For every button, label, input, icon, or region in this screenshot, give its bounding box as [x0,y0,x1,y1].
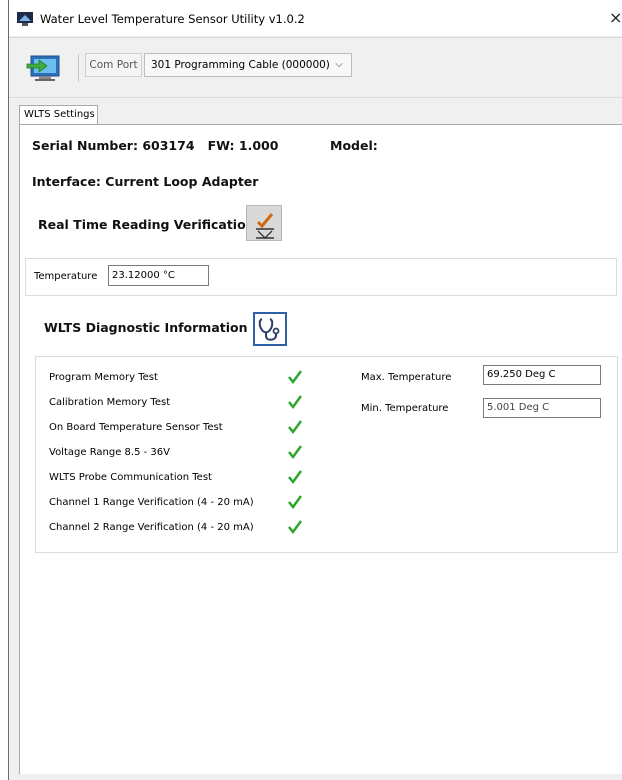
check-icon [288,470,303,485]
min-temperature-field[interactable]: 5.001 Deg C [483,398,601,418]
tab-wlts-settings[interactable]: WLTS Settings [19,105,98,124]
test-label: Voltage Range 8.5 - 36V [49,447,170,458]
list-item: Calibration Memory Test [49,394,309,412]
realtime-heading: Real Time Reading Verification [38,217,255,232]
firmware-version: FW: 1.000 [207,138,279,153]
window-title: Water Level Temperature Sensor Utility v… [40,12,305,26]
test-label: WLTS Probe Communication Test [49,472,212,483]
model-label: Model: [330,138,378,153]
com-port-value: 301 Programming Cable (000000) [151,59,330,71]
check-icon [288,520,303,535]
temperature-label: Temperature [34,271,98,282]
title-bar: Water Level Temperature Sensor Utility v… [9,0,622,36]
test-label: Program Memory Test [49,372,158,383]
list-item: Channel 1 Range Verification (4 - 20 mA) [49,494,309,512]
toolbar-separator [78,54,79,82]
app-window: Water Level Temperature Sensor Utility v… [8,0,622,780]
check-icon [288,495,303,510]
list-item: Voltage Range 8.5 - 36V [49,444,309,462]
stethoscope-icon [258,318,280,341]
test-label: On Board Temperature Sensor Test [49,422,223,433]
settings-panel: Serial Number: 603174 FW: 1.000 Model: I… [19,124,622,774]
interface-label: Interface: Current Loop Adapter [32,174,259,189]
check-icon [288,395,303,410]
close-icon[interactable]: × [609,9,622,27]
com-port-select[interactable]: 301 Programming Cable (000000) ⌵ [144,53,352,77]
check-icon [288,445,303,460]
chevron-down-icon: ⌵ [335,59,343,70]
temperature-group: Temperature 23.12000 °C [25,258,617,296]
com-port-label: Com Port [85,53,142,77]
max-temperature-field[interactable]: 69.250 Deg C [483,365,601,385]
realtime-verify-button[interactable] [246,205,282,241]
diagnostic-group: Program Memory Test Calibration Memory T… [35,356,618,553]
serial-number: Serial Number: 603174 [32,138,195,153]
connect-monitor-icon[interactable] [25,52,61,84]
test-label: Channel 2 Range Verification (4 - 20 mA) [49,522,254,533]
serial-fw-line: Serial Number: 603174 FW: 1.000 [32,138,278,153]
test-label: Channel 1 Range Verification (4 - 20 mA) [49,497,254,508]
check-icon [288,420,303,435]
max-temperature-label: Max. Temperature [361,372,452,383]
list-item: Program Memory Test [49,369,309,387]
list-item: Channel 2 Range Verification (4 - 20 mA) [49,519,309,537]
test-label: Calibration Memory Test [49,397,171,408]
min-temperature-label: Min. Temperature [361,403,449,414]
list-item: WLTS Probe Communication Test [49,469,309,487]
check-icon [288,370,303,385]
toolbar: Com Port 301 Programming Cable (000000) … [9,37,622,98]
checklist-icon [256,213,274,239]
diagnostic-button[interactable] [253,312,287,346]
diagnostic-heading: WLTS Diagnostic Information [44,320,248,335]
list-item: On Board Temperature Sensor Test [49,419,309,437]
tab-strip: WLTS Settings [9,98,622,124]
temperature-field[interactable]: 23.12000 °C [108,265,209,286]
app-monitor-icon [17,12,33,26]
